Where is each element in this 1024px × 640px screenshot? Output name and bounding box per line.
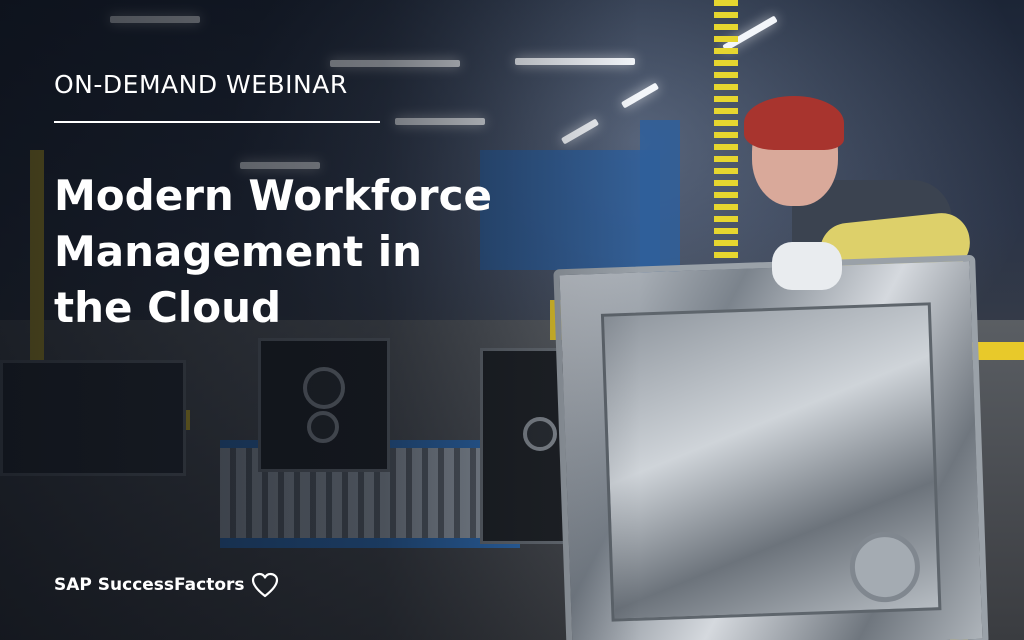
worker-glove bbox=[772, 242, 842, 290]
title-line: Modern Workforce bbox=[54, 171, 492, 220]
brand-logo: SAP SuccessFactors bbox=[54, 572, 279, 598]
brand-name: SAP SuccessFactors bbox=[54, 575, 245, 595]
title-line: Management in bbox=[54, 227, 423, 276]
webinar-title: Modern Workforce Management in the Cloud bbox=[54, 168, 524, 336]
heart-outline-icon bbox=[251, 572, 278, 598]
worker-hair bbox=[744, 96, 844, 150]
shelving-rack bbox=[640, 120, 680, 280]
divider bbox=[54, 121, 380, 123]
webinar-banner: ON-DEMAND WEBINAR Modern Workforce Manag… bbox=[0, 0, 1024, 640]
eyebrow-label: ON-DEMAND WEBINAR bbox=[54, 70, 348, 99]
title-line: the Cloud bbox=[54, 283, 282, 332]
coiled-cable bbox=[714, 0, 738, 260]
